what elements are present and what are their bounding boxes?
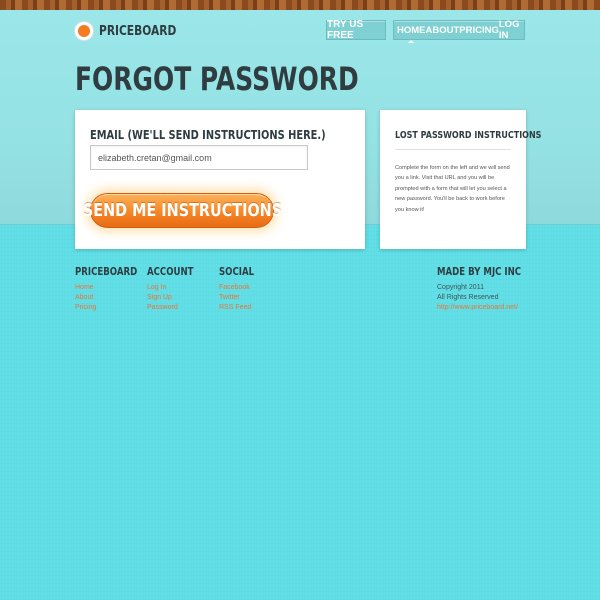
footer-rights: All Rights Reserved <box>437 294 499 301</box>
footer-col-social: SOCIAL Facebook Twitter RSS Feed <box>219 265 264 313</box>
main-nav: HOME ABOUT PRICING LOG IN <box>393 19 525 43</box>
email-label: EMAIL (WE'LL SEND INSTRUCTIONS HERE.) <box>90 128 326 142</box>
footer-col-priceboard: PRICEBOARD Home About Pricing <box>75 265 155 313</box>
footer-link-rss[interactable]: RSS Feed <box>219 303 264 313</box>
email-input[interactable] <box>90 145 308 170</box>
logo[interactable]: PRICEBOARD <box>75 21 193 41</box>
instructions-title: LOST PASSWORD INSTRUCTIONS <box>395 130 542 141</box>
send-instructions-button[interactable]: SEND ME INSTRUCTIONS <box>82 193 282 228</box>
footer-heading-social: SOCIAL <box>219 265 255 278</box>
instructions-text: Complete the form on the left and we wil… <box>395 165 510 213</box>
nav-about[interactable]: ABOUT <box>426 25 460 36</box>
footer-link-site-url[interactable]: http://www.priceboard.net/ <box>437 303 545 313</box>
footer-heading-priceboard: PRICEBOARD <box>75 265 138 278</box>
footer-link-twitter[interactable]: Twitter <box>219 293 264 303</box>
instructions-divider <box>395 149 511 150</box>
footer-link-facebook[interactable]: Facebook <box>219 283 264 293</box>
nav-pricing[interactable]: PRICING <box>459 25 499 36</box>
forgot-password-form-card: EMAIL (WE'LL SEND INSTRUCTIONS HERE.) SE… <box>75 110 365 249</box>
page-title: FORGOT PASSWORD <box>75 60 359 98</box>
footer-copyright: Copyright 2011 <box>437 284 484 291</box>
nav-login[interactable]: LOG IN <box>499 19 521 41</box>
try-us-free-button[interactable]: TRY US FREE <box>326 19 386 41</box>
logo-circle-icon <box>75 22 93 40</box>
footer-col-made-by: MADE BY MJC INC Copyright 2011 All Right… <box>437 265 545 313</box>
footer-link-login[interactable]: Log In <box>147 283 207 293</box>
footer-link-pricing[interactable]: Pricing <box>75 303 155 313</box>
footer-link-about[interactable]: About <box>75 293 155 303</box>
footer-heading-account: ACCOUNT <box>147 265 194 278</box>
footer-heading-made-by: MADE BY MJC INC <box>437 265 522 278</box>
instructions-card: LOST PASSWORD INSTRUCTIONS Complete the … <box>380 110 541 249</box>
nav-home[interactable]: HOME <box>397 25 426 43</box>
footer-link-password[interactable]: Password <box>147 303 207 313</box>
footer-link-home[interactable]: Home <box>75 283 155 293</box>
logo-text: PRICEBOARD <box>99 23 177 39</box>
wood-top-border <box>0 0 600 10</box>
footer-col-account: ACCOUNT Log In Sign Up Password <box>147 265 207 313</box>
footer-link-signup[interactable]: Sign Up <box>147 293 207 303</box>
send-instructions-label: SEND ME INSTRUCTIONS <box>82 200 282 221</box>
